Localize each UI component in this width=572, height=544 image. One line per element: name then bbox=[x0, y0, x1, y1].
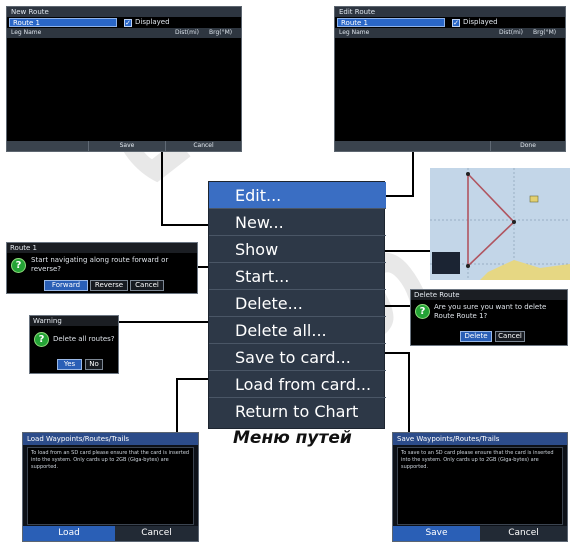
warning-dialog: Warning ? Delete all routes? Yes No bbox=[29, 315, 119, 374]
start-route-dialog: Route 1 ? Start navigating along route f… bbox=[6, 242, 198, 294]
warning-dialog-text: Delete all routes? bbox=[53, 335, 115, 343]
start-dialog-title: Route 1 bbox=[7, 243, 197, 253]
displayed-label: Displayed bbox=[135, 18, 170, 26]
yes-button[interactable]: Yes bbox=[57, 359, 82, 370]
displayed-checkbox[interactable]: ✓ bbox=[452, 19, 460, 27]
menu-item-save-to-card[interactable]: Save to card... bbox=[209, 344, 386, 371]
menu-item-delete[interactable]: Delete... bbox=[209, 290, 386, 317]
cancel-button[interactable]: Cancel bbox=[165, 141, 241, 151]
save-panel-title: Save Waypoints/Routes/Trails bbox=[393, 433, 567, 445]
col-leg-name: Leg Name bbox=[339, 29, 370, 36]
connector-line bbox=[176, 378, 178, 432]
save-button[interactable]: Save bbox=[393, 526, 480, 541]
new-route-title: New Route bbox=[7, 7, 241, 17]
done-button[interactable]: Done bbox=[490, 141, 565, 151]
load-panel-text: To load from an SD card please ensure th… bbox=[27, 447, 194, 525]
delete-dialog-text: Are you sure you want to delete Route Ro… bbox=[434, 303, 547, 320]
cancel-button[interactable]: Cancel bbox=[130, 280, 164, 291]
cancel-button[interactable]: Cancel bbox=[495, 331, 525, 342]
displayed-label: Displayed bbox=[463, 18, 498, 26]
load-panel-title: Load Waypoints/Routes/Trails bbox=[23, 433, 198, 445]
delete-button[interactable]: Delete bbox=[460, 331, 492, 342]
save-waypoints-panel: Save Waypoints/Routes/Trails To save to … bbox=[392, 432, 568, 542]
save-panel-text: To save to an SD card please ensure that… bbox=[397, 447, 563, 525]
new-route-screen: New Route Route 1 ✓ Displayed Leg Name D… bbox=[6, 6, 242, 152]
cancel-button[interactable]: Cancel bbox=[115, 526, 198, 541]
load-waypoints-panel: Load Waypoints/Routes/Trails To load fro… bbox=[22, 432, 199, 542]
menu-item-load-from-card[interactable]: Load from card... bbox=[209, 371, 386, 398]
edit-route-screen: Edit Route Route 1 ✓ Displayed Leg Name … bbox=[334, 6, 566, 152]
menu-item-new[interactable]: New... bbox=[209, 209, 386, 236]
menu-item-return-to-chart[interactable]: Return to Chart bbox=[209, 398, 386, 425]
no-button[interactable]: No bbox=[85, 359, 103, 370]
menu-item-edit[interactable]: Edit... bbox=[209, 182, 386, 209]
load-button[interactable]: Load bbox=[23, 526, 115, 541]
connector-line bbox=[412, 152, 414, 197]
delete-dialog-title: Delete Route bbox=[411, 290, 567, 300]
manual-page: G S New Route Route 1 ✓ Displayed Leg Na… bbox=[0, 0, 572, 544]
new-route-footer: Save Cancel bbox=[7, 141, 241, 151]
edit-route-footer: Done bbox=[335, 141, 565, 151]
menu-item-start[interactable]: Start... bbox=[209, 263, 386, 290]
menu-caption: Меню путей bbox=[233, 428, 352, 448]
question-icon: ? bbox=[11, 258, 26, 273]
legs-table-header: Leg Name Dist(mi) Brg(°M) bbox=[7, 28, 241, 38]
col-dist: Dist(mi) bbox=[175, 29, 199, 36]
save-button[interactable]: Save bbox=[88, 141, 165, 151]
legs-table-header: Leg Name Dist(mi) Brg(°M) bbox=[335, 28, 565, 38]
reverse-button[interactable]: Reverse bbox=[90, 280, 128, 291]
menu-item-show[interactable]: Show bbox=[209, 236, 386, 263]
question-icon: ? bbox=[415, 304, 430, 319]
connector-line bbox=[408, 352, 410, 432]
route-map bbox=[430, 168, 570, 280]
col-brg: Brg(°M) bbox=[209, 29, 233, 36]
menu-item-delete-all[interactable]: Delete all... bbox=[209, 317, 386, 344]
edit-route-title: Edit Route bbox=[335, 7, 565, 17]
forward-button[interactable]: Forward bbox=[44, 280, 88, 291]
cancel-button[interactable]: Cancel bbox=[480, 526, 567, 541]
warning-dialog-title: Warning bbox=[30, 316, 118, 326]
displayed-checkbox[interactable]: ✓ bbox=[124, 19, 132, 27]
col-dist: Dist(mi) bbox=[499, 29, 523, 36]
col-brg: Brg(°M) bbox=[533, 29, 557, 36]
col-leg-name: Leg Name bbox=[11, 29, 42, 36]
delete-route-dialog: Delete Route ? Are you sure you want to … bbox=[410, 289, 568, 346]
connector-line bbox=[161, 152, 163, 226]
question-icon: ? bbox=[34, 332, 49, 347]
route-name-field[interactable]: Route 1 bbox=[9, 18, 117, 27]
route-name-field[interactable]: Route 1 bbox=[337, 18, 445, 27]
start-dialog-text: Start navigating along route forward or … bbox=[31, 256, 169, 273]
routes-menu: Edit... New... Show Start... Delete... D… bbox=[208, 181, 386, 429]
chart-preview bbox=[430, 168, 570, 280]
